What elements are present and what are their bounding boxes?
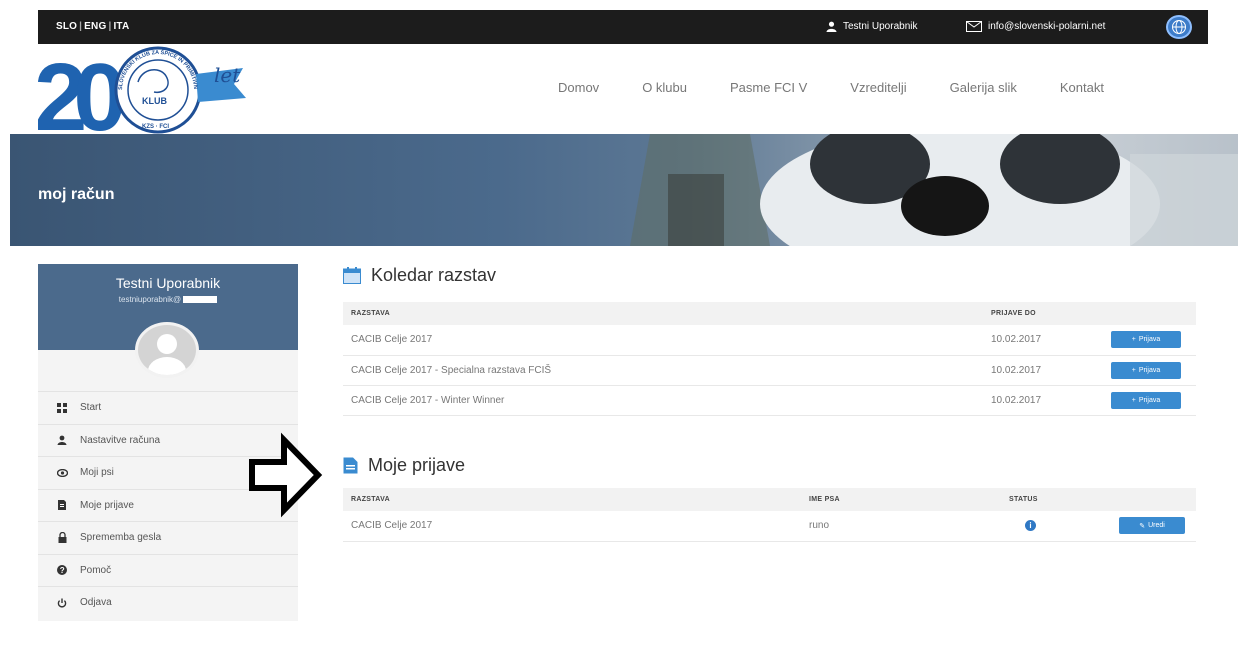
eye-icon	[56, 467, 68, 479]
sidebar-item-label: Sprememba gesla	[80, 532, 162, 544]
logo-bottom-text: KZS · FCI	[142, 124, 169, 130]
sidebar-item-label: Odjava	[80, 597, 112, 609]
topbar-email: info@slovenski-polarni.net	[988, 21, 1106, 32]
avatar	[135, 322, 199, 378]
table-row: CACIB Celje 2017 - Specialna razstava FC…	[343, 355, 1196, 386]
table-row: CACIB Celje 2017 10.02.2017 + Prijava	[343, 325, 1196, 356]
dog-name: runo	[801, 511, 1001, 542]
info-icon[interactable]: i	[1025, 520, 1036, 532]
register-button[interactable]: + Prijava	[1111, 331, 1181, 349]
entries-section-title: Moje prijave	[343, 455, 465, 476]
sidebar-item-label: Moji psi	[80, 467, 114, 479]
topbar-user-name: Testni Uporabnik	[843, 21, 918, 32]
show-name: CACIB Celje 2017	[343, 511, 801, 542]
show-name: CACIB Celje 2017 - Winter Winner	[343, 385, 983, 416]
profile-name: Testni Uporabnik	[115, 275, 221, 291]
deadline: 10.02.2017	[983, 325, 1103, 356]
page-title: moj račun	[38, 186, 115, 203]
pencil-icon: ✎	[1139, 522, 1146, 530]
col-header-show: RAZSTAVA	[343, 302, 983, 325]
show-name: CACIB Celje 2017	[343, 325, 983, 356]
power-icon	[56, 597, 68, 609]
sidebar-item-start[interactable]: Start	[38, 391, 298, 424]
nav-o-klubu[interactable]: O klubu	[642, 80, 687, 95]
nav-kontakt[interactable]: Kontakt	[1060, 80, 1104, 95]
logo-number: 20	[38, 46, 123, 134]
lang-eng[interactable]: ENG	[84, 21, 106, 32]
email-redaction	[183, 296, 218, 303]
logo-suffix: let	[214, 63, 241, 87]
calendar-table: RAZSTAVA PRIJAVE DO CACIB Celje 2017 10.…	[343, 302, 1196, 416]
col-header-dog: IME PSA	[801, 488, 1001, 511]
nav-pasme[interactable]: Pasme FCI V	[730, 80, 807, 95]
register-button[interactable]: + Prijava	[1111, 361, 1181, 379]
lang-ita[interactable]: ITA	[113, 21, 129, 32]
grid-icon	[56, 402, 68, 414]
plus-icon: +	[1131, 396, 1136, 404]
lang-slo[interactable]: SLO	[56, 21, 77, 32]
sidebar-item-help[interactable]: ? Pomoč	[38, 553, 298, 587]
plus-icon: +	[1131, 366, 1136, 374]
nav-domov[interactable]: Domov	[558, 80, 599, 95]
calendar-section-title: Koledar razstav	[343, 265, 496, 286]
language-switcher: SLO | ENG | ITA	[56, 21, 130, 32]
topbar-email-link[interactable]: info@slovenski-polarni.net	[966, 21, 1105, 32]
nav-galerija[interactable]: Galerija slik	[950, 80, 1017, 95]
arrow-right-icon	[249, 432, 323, 518]
topbar-user-link[interactable]: Testni Uporabnik	[826, 21, 917, 32]
envelope-icon	[966, 21, 982, 32]
table-row: CACIB Celje 2017 runo i ✎ Uredi	[343, 511, 1196, 542]
profile-email: testniuporabnik@	[38, 295, 298, 304]
col-header-deadline: PRIJAVE DO	[983, 302, 1103, 325]
sidebar-item-label: Pomoč	[80, 564, 112, 576]
sidebar-item-logout[interactable]: Odjava	[38, 586, 298, 619]
edit-button[interactable]: ✎ Uredi	[1119, 517, 1185, 535]
globe-icon[interactable]	[1166, 15, 1192, 39]
sidebar-item-label: Moje prijave	[80, 499, 134, 511]
col-header-status: STATUS	[1001, 488, 1111, 511]
show-name: CACIB Celje 2017 - Specialna razstava FC…	[343, 355, 983, 386]
logo-center-text: KLUB	[142, 96, 167, 106]
deadline: 10.02.2017	[983, 355, 1103, 386]
banner-dog-image	[630, 134, 1238, 246]
main-nav: Domov O klubu Pasme FCI V Vzreditelji Ga…	[558, 80, 1104, 95]
page-banner: moj račun	[10, 134, 1238, 246]
nav-vzreditelji[interactable]: Vzreditelji	[850, 80, 906, 95]
question-icon: ?	[56, 564, 68, 576]
deadline: 10.02.2017	[983, 385, 1103, 416]
file-icon	[343, 457, 358, 474]
svg-text:?: ?	[60, 566, 65, 575]
col-header-show: RAZSTAVA	[343, 488, 801, 511]
register-button[interactable]: + Prijava	[1111, 391, 1181, 409]
calendar-icon	[343, 267, 361, 284]
sidebar-item-label: Nastavitve računa	[80, 434, 161, 446]
user-icon	[826, 21, 837, 32]
top-bar: SLO | ENG | ITA Testni Uporabnik info@sloven…	[38, 10, 1208, 44]
site-header: 20 let KLUB KZS · FCI SLOVENSKI KLUB ZA …	[34, 42, 1208, 151]
lock-icon	[56, 532, 68, 544]
file-icon	[56, 499, 68, 511]
plus-icon: +	[1131, 336, 1136, 344]
sidebar-item-change-password[interactable]: Sprememba gesla	[38, 521, 298, 554]
entries-table: RAZSTAVA IME PSA STATUS CACIB Celje 2017…	[343, 488, 1196, 542]
club-logo[interactable]: 20 let KLUB KZS · FCI SLOVENSKI KLUB ZA …	[34, 42, 268, 151]
user-icon	[56, 434, 68, 446]
table-row: CACIB Celje 2017 - Winter Winner 10.02.2…	[343, 385, 1196, 416]
sidebar-item-label: Start	[80, 402, 102, 414]
